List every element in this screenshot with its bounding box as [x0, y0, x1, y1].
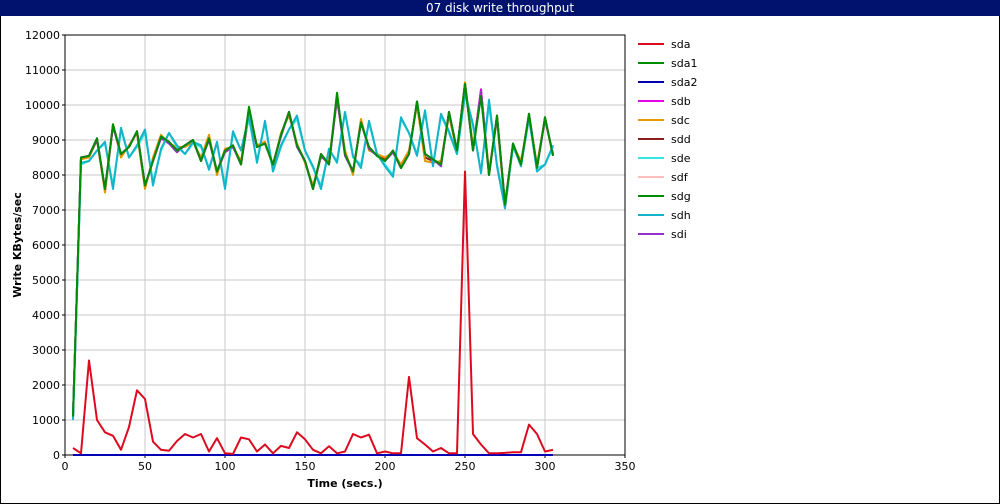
x-tick-label: 50	[138, 460, 152, 473]
y-tick-label: 5000	[32, 274, 60, 287]
y-tick-label: 12000	[25, 29, 60, 42]
x-tick-label: 150	[295, 460, 316, 473]
x-axis-label: Time (secs.)	[307, 477, 382, 490]
x-tick-label: 200	[375, 460, 396, 473]
x-tick-label: 350	[615, 460, 636, 473]
legend-label-sda2: sda2	[671, 76, 697, 89]
y-tick-label: 6000	[32, 239, 60, 252]
legend-label-sdh: sdh	[671, 209, 691, 222]
y-tick-label: 11000	[25, 64, 60, 77]
y-tick-label: 0	[53, 449, 60, 462]
x-tick-label: 100	[215, 460, 236, 473]
x-tick-label: 0	[62, 460, 69, 473]
x-tick-label: 300	[535, 460, 556, 473]
y-tick-label: 3000	[32, 344, 60, 357]
legend-label-sdi: sdi	[671, 228, 687, 241]
y-tick-label: 8000	[32, 169, 60, 182]
grid	[64, 34, 626, 456]
legend-label-sda: sda	[671, 38, 690, 51]
legend-label-sde: sde	[671, 152, 691, 165]
legend-label-sdg: sdg	[671, 190, 691, 203]
legend-label-sdc: sdc	[671, 114, 690, 127]
y-axis-ticks: 0 1000 2000 3000 4000 5000 6000 7000 8000 9000 100…	[25, 29, 65, 462]
y-tick-label: 9000	[32, 134, 60, 147]
legend-label-sdb: sdb	[671, 95, 691, 108]
y-tick-label: 1000	[32, 414, 60, 427]
legend-label-sdd: sdd	[671, 133, 691, 146]
y-axis-label: Write KBytes/sec	[11, 192, 24, 298]
y-tick-label: 4000	[32, 309, 60, 322]
legend: sda sda1 sda2 sdb sdc sdd sde sdf sdg sdh sdi	[638, 38, 697, 241]
legend-label-sda1: sda1	[671, 57, 697, 70]
disk-write-chart: 0 50 100 150 200 250 300 350 0 1000 2000 3000 4000 5…	[11, 29, 697, 490]
legend-label-sdf: sdf	[671, 171, 689, 184]
y-tick-label: 2000	[32, 379, 60, 392]
y-tick-label: 10000	[25, 99, 60, 112]
y-tick-label: 7000	[32, 204, 60, 217]
x-axis-ticks: 0 50 100 150 200 250 300 350	[62, 455, 636, 473]
x-tick-label: 250	[455, 460, 476, 473]
